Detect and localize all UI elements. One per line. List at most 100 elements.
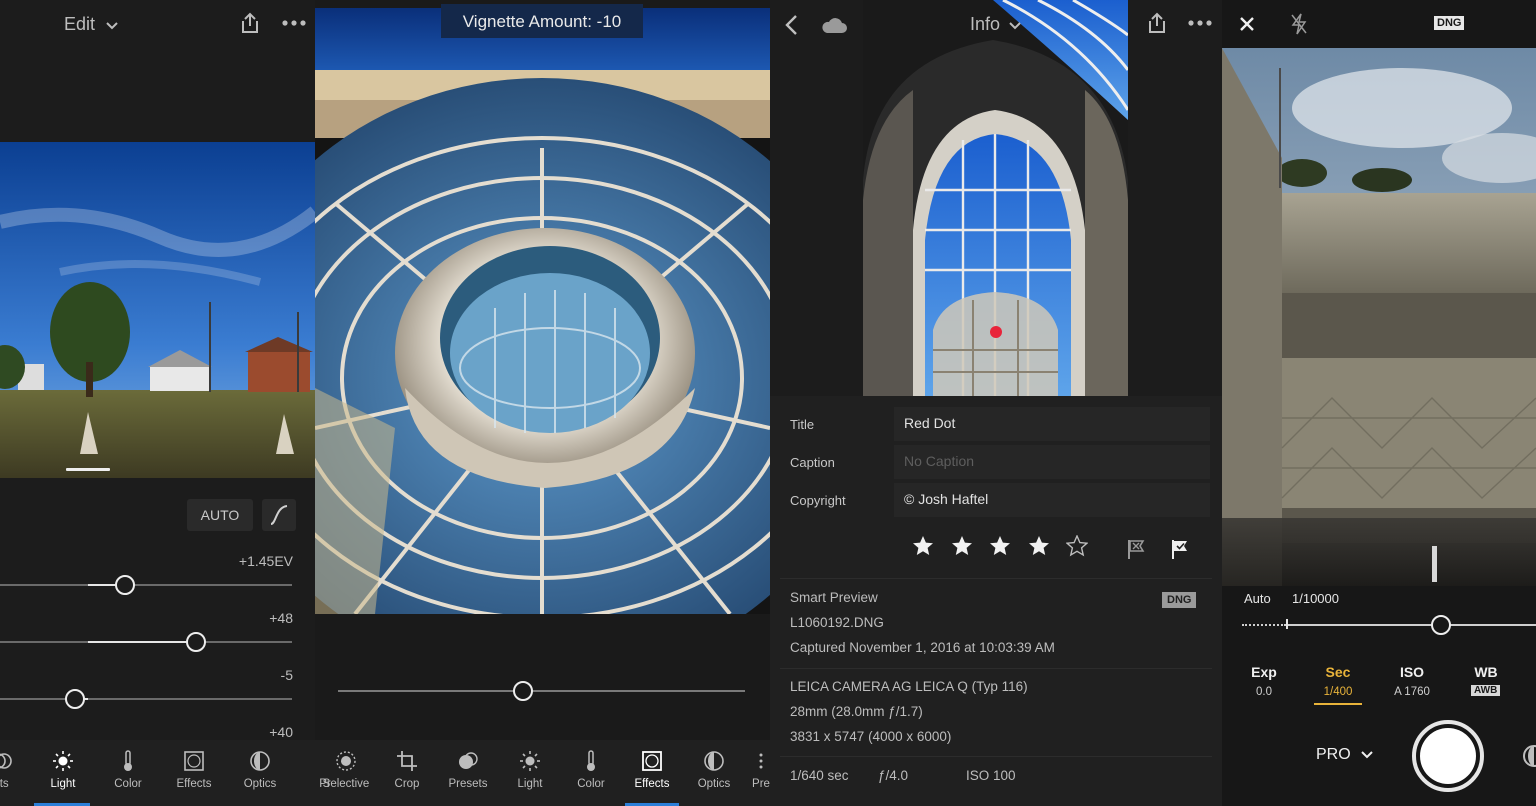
close-icon[interactable] <box>1239 16 1255 32</box>
cloud-icon[interactable] <box>820 16 848 34</box>
tool-crop[interactable]: Crop <box>376 750 438 790</box>
shutter-slider-track[interactable] <box>1288 624 1536 626</box>
chevron-down-icon <box>1361 751 1373 759</box>
star-empty-icon[interactable] <box>1065 534 1089 557</box>
vignette-slider-knob[interactable] <box>513 681 533 701</box>
share-icon[interactable] <box>240 12 260 34</box>
star-filled-icon[interactable] <box>912 535 934 557</box>
slider-value-highlights: -5 <box>280 667 293 683</box>
shutter-speed: 1/640 sec <box>790 768 849 783</box>
tool-color[interactable]: Color <box>560 750 622 790</box>
star-filled-icon[interactable] <box>1028 535 1050 557</box>
iso: ISO 100 <box>966 768 1016 783</box>
dng-badge: DNG <box>1162 592 1197 608</box>
auto-toggle[interactable]: Auto <box>1244 591 1271 606</box>
effects-toolbar: Pr Selective Crop Presets Light Color Ef… <box>315 740 770 806</box>
back-chevron-icon[interactable] <box>784 14 798 36</box>
tool-label: Optics <box>243 778 277 790</box>
caption-field[interactable]: No Caption <box>894 445 1210 479</box>
curve-icon <box>270 505 288 525</box>
shutter-button[interactable] <box>1412 720 1484 792</box>
focal-length: 28mm (28.0mm ƒ/1.7) <box>790 704 923 719</box>
tool-selective[interactable]: Selective <box>315 750 377 790</box>
info-details: Title Red Dot Caption No Caption Copyrig… <box>770 396 1222 806</box>
edit-title[interactable]: Edit <box>64 14 118 35</box>
capture-date: Captured November 1, 2016 at 10:03:39 AM <box>790 640 1055 655</box>
tool-light[interactable]: Light <box>32 750 94 790</box>
param-iso-label[interactable]: ISO <box>1388 664 1436 680</box>
tool-label: Color <box>577 778 605 790</box>
format-badge[interactable]: DNG <box>1434 16 1465 30</box>
tool-more[interactable]: Pre <box>730 750 770 790</box>
auto-button[interactable]: AUTO <box>187 499 253 531</box>
divider <box>780 578 1212 579</box>
more-icon[interactable] <box>282 20 306 26</box>
lens-icon <box>704 751 724 771</box>
flash-off-icon[interactable] <box>1290 13 1308 35</box>
tool-effects[interactable]: Effects <box>163 750 225 790</box>
info-title[interactable]: Info <box>970 14 1021 35</box>
image-dimensions: 3831 x 5747 (4000 x 6000) <box>790 729 952 744</box>
slider-value-shadows: +40 <box>269 724 293 740</box>
copyright-field[interactable]: © Josh Haftel <box>894 483 1210 517</box>
presets-icon <box>459 752 478 769</box>
tool-presets[interactable]: Presets <box>437 750 499 790</box>
pick-flag-icon[interactable] <box>1170 538 1190 560</box>
shutter-button-core <box>1420 728 1476 784</box>
shutter-slider-knob[interactable] <box>1431 615 1451 635</box>
param-wb-label[interactable]: WB <box>1466 664 1506 680</box>
slider-track-exposure[interactable] <box>0 584 292 586</box>
active-param-indicator <box>1314 703 1362 705</box>
vignette-panel: Vignette Amount: -10 Pr Selective Crop P… <box>315 0 770 806</box>
star-filled-icon[interactable] <box>951 535 973 557</box>
share-icon[interactable] <box>1147 12 1167 34</box>
tool-effects[interactable]: Effects <box>621 750 683 790</box>
info-title-text: Info <box>970 14 1001 34</box>
star-rating <box>912 534 1105 563</box>
tool-light[interactable]: Light <box>499 750 561 790</box>
divider <box>780 756 1212 757</box>
presets-icon <box>0 753 12 769</box>
vignette-slider-track[interactable] <box>338 690 745 692</box>
lens-icon <box>250 751 270 771</box>
mode-label: PRO <box>1316 746 1351 763</box>
tool-label: ets <box>0 778 9 790</box>
filename: L1060192.DNG <box>790 615 884 630</box>
param-wb-value: AWB <box>1471 685 1501 696</box>
tool-presets[interactable]: ets <box>0 750 32 790</box>
more-icon[interactable] <box>1188 20 1212 26</box>
red-dot <box>990 326 1002 338</box>
architecture-photo <box>315 8 770 614</box>
chevron-down-icon <box>1009 22 1021 30</box>
param-sec-label[interactable]: Sec <box>1314 664 1362 680</box>
lens-switch-icon[interactable] <box>1520 744 1536 768</box>
more-vertical-icon <box>759 753 763 769</box>
aperture: ƒ/4.0 <box>878 768 909 783</box>
tool-label: Effects <box>176 778 212 790</box>
slider-track-highlights[interactable] <box>0 698 292 700</box>
vignette-icon <box>184 751 204 771</box>
tone-curve-button[interactable] <box>262 499 296 531</box>
camera-panel: DNG Auto 1/10000 Exp 0.0 Sec 1/400 ISO A… <box>1222 0 1536 806</box>
star-filled-icon[interactable] <box>989 535 1011 557</box>
sun-icon <box>520 751 540 771</box>
thermometer-icon <box>587 750 595 771</box>
landscape-photo <box>0 142 315 478</box>
slider-knob-highlights[interactable] <box>65 689 85 709</box>
title-field[interactable]: Red Dot <box>894 407 1210 441</box>
reject-flag-icon[interactable] <box>1126 538 1146 560</box>
copyright-label: Copyright <box>790 493 846 508</box>
mode-selector[interactable]: PRO <box>1316 746 1373 764</box>
shutter-slider-ticks <box>1242 624 1286 626</box>
vignette-icon <box>642 751 662 771</box>
slider-knob-contrast[interactable] <box>186 632 206 652</box>
tool-label: Light <box>517 778 543 790</box>
slider-knob-exposure[interactable] <box>115 575 135 595</box>
title-label: Title <box>790 417 815 432</box>
param-exp-label[interactable]: Exp <box>1244 664 1284 680</box>
tool-color[interactable]: Color <box>97 750 159 790</box>
tool-optics[interactable]: Optics <box>229 750 291 790</box>
tool-label: Color <box>114 778 142 790</box>
thermometer-icon <box>124 750 132 771</box>
sun-icon <box>53 751 73 771</box>
